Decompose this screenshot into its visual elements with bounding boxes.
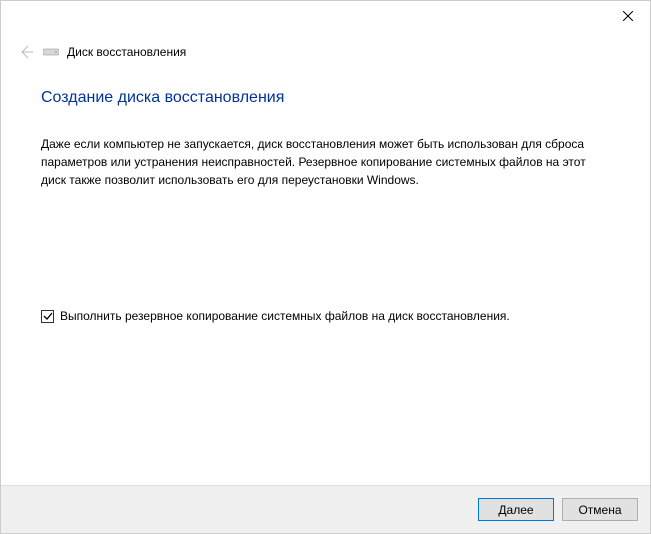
close-icon [623,11,633,21]
drive-icon [43,46,59,58]
back-arrow-icon [18,44,34,60]
footer: Далее Отмена [1,485,650,533]
checkmark-icon [43,311,53,321]
close-button[interactable] [605,1,650,31]
checkbox-row: Выполнить резервное копирование системны… [41,309,610,323]
header-title: Диск восстановления [67,45,186,59]
next-button[interactable]: Далее [478,498,554,521]
back-button[interactable] [17,43,35,61]
titlebar [1,1,650,31]
description-text: Даже если компьютер не запускается, диск… [41,135,610,189]
page-heading: Создание диска восстановления [41,89,610,107]
content-area: Создание диска восстановления Даже если … [1,61,650,323]
backup-checkbox[interactable] [41,310,54,323]
cancel-button[interactable]: Отмена [562,498,638,521]
header-row: Диск восстановления [1,31,650,61]
checkbox-label: Выполнить резервное копирование системны… [60,309,510,323]
